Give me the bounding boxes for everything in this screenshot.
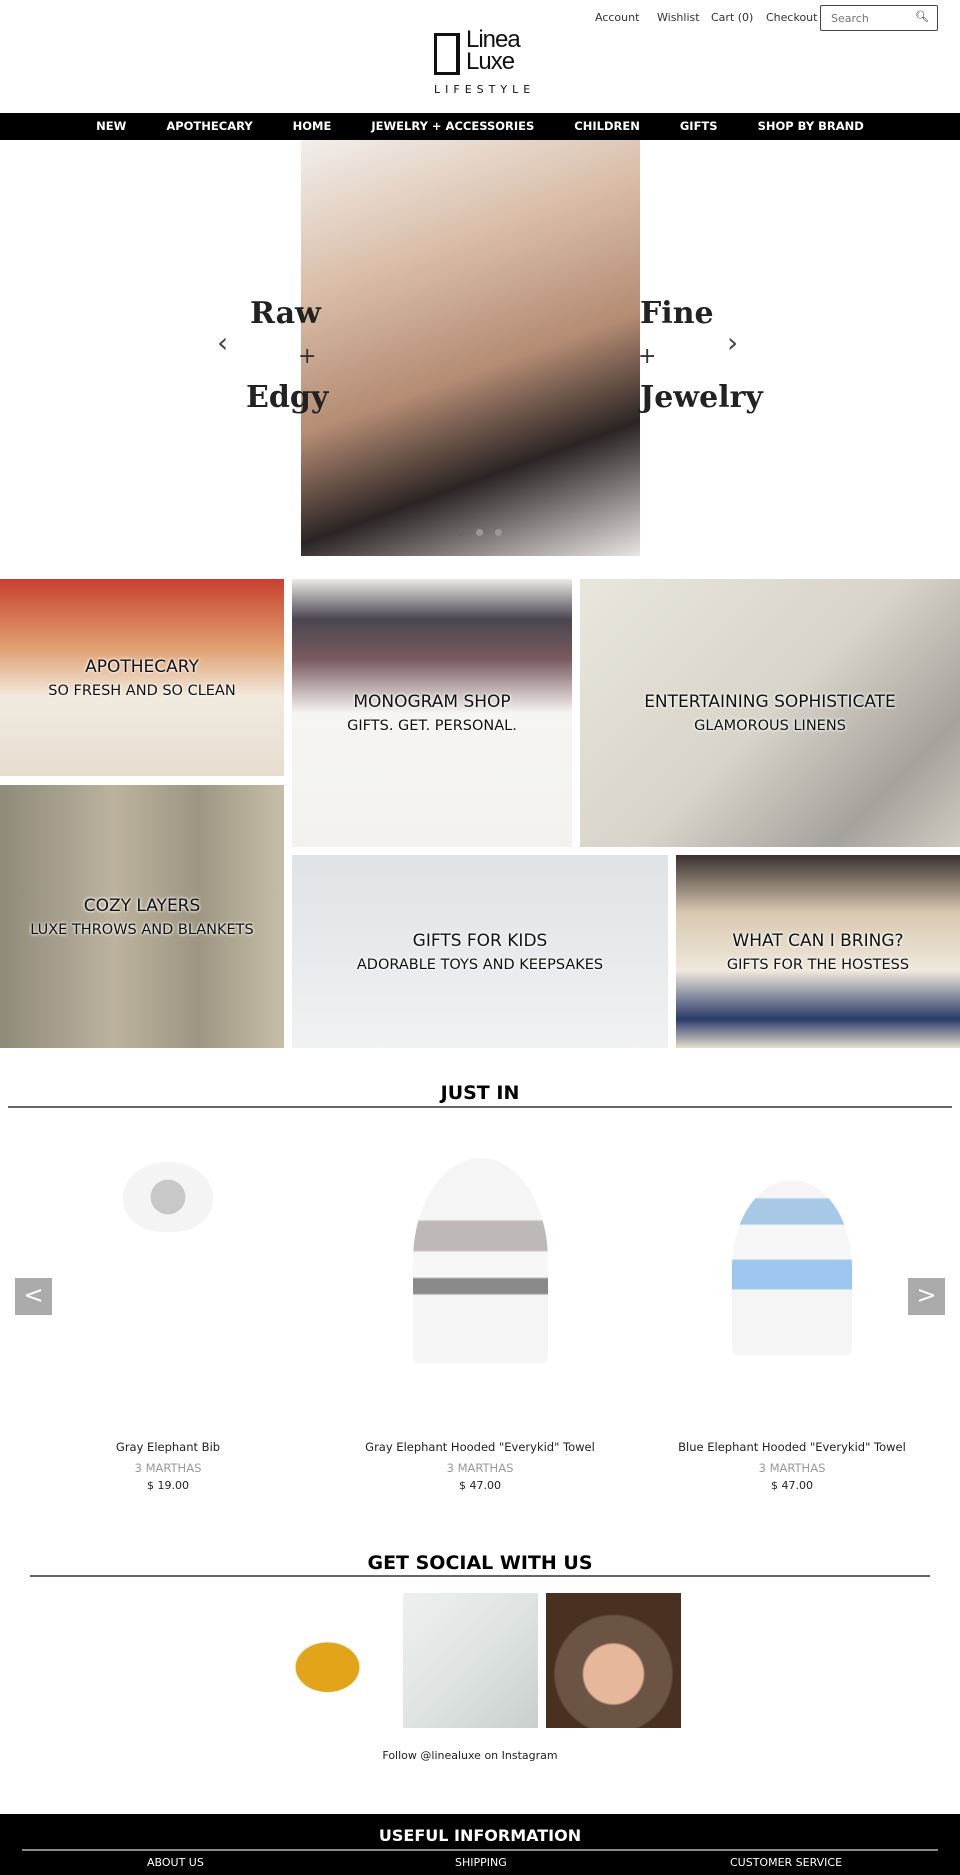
nav-children[interactable]: CHILDREN	[554, 113, 660, 140]
tile-apothecary[interactable]: APOTHECARY SO FRESH AND SO CLEAN	[0, 579, 284, 776]
slide-dot-2[interactable]	[476, 529, 483, 536]
product-card[interactable]: Blue Elephant Hooded "Everykid" Towel 3 …	[642, 1150, 942, 1492]
footer-customer-service[interactable]: CUSTOMER SERVICE	[730, 1856, 842, 1869]
product-image[interactable]	[123, 1162, 213, 1232]
product-image[interactable]	[412, 1158, 548, 1363]
wishlist-link[interactable]: Wishlist	[657, 11, 700, 24]
checkout-link[interactable]: Checkout	[766, 11, 817, 24]
slide-dot-3[interactable]	[495, 529, 502, 536]
just-in-heading: JUST IN	[440, 1082, 520, 1104]
hero-right-bottom: Jewelry	[640, 380, 763, 415]
hero-left-bottom: Edgy	[246, 380, 329, 415]
nav-gifts[interactable]: GIFTS	[660, 113, 738, 140]
footer-shipping[interactable]: SHIPPING	[455, 1856, 507, 1869]
tile-cozy-layers[interactable]: COZY LAYERS LUXE THROWS AND BLANKETS	[0, 785, 284, 1048]
instagram-follow-link[interactable]: Follow @linealuxe on Instagram	[0, 1749, 940, 1762]
hero-right-top: Fine	[640, 296, 714, 331]
instagram-photo-taxi[interactable]	[260, 1593, 395, 1728]
footer: USEFUL INFORMATION ABOUT US SHIPPING CUS…	[0, 1814, 960, 1875]
hero-left-top: Raw	[250, 296, 321, 331]
footer-heading: USEFUL INFORMATION	[378, 1826, 582, 1845]
hero-next-arrow-icon[interactable]: ›	[727, 326, 738, 359]
divider	[8, 1106, 952, 1108]
search-input[interactable]	[821, 6, 911, 30]
tile-gifts-for-kids[interactable]: GIFTS FOR KIDS ADORABLE TOYS AND KEEPSAKE…	[292, 855, 668, 1048]
search-icon[interactable]: 🔍︎	[915, 10, 929, 23]
tile-monogram-shop[interactable]: MONOGRAM SHOP GIFTS. GET. PERSONAL.	[292, 579, 572, 847]
logo[interactable]: Linea Luxe LIFESTYLE	[434, 28, 530, 97]
search-box: 🔍︎	[820, 5, 938, 31]
product-image[interactable]	[732, 1180, 852, 1355]
nav-apothecary[interactable]: APOTHECARY	[146, 113, 272, 140]
product-card[interactable]: Gray Elephant Hooded "Everykid" Towel 3 …	[330, 1150, 630, 1492]
account-link[interactable]: Account	[595, 11, 639, 24]
nav-new[interactable]: NEW	[76, 113, 146, 140]
tile-what-can-i-bring[interactable]: WHAT CAN I BRING? GIFTS FOR THE HOSTESS	[676, 855, 960, 1048]
slide-dot-1[interactable]	[457, 529, 464, 536]
instagram-photo-baby[interactable]	[546, 1593, 681, 1728]
nav-jewelry-accessories[interactable]: JEWELRY + ACCESSORIES	[351, 113, 554, 140]
get-social-heading: GET SOCIAL WITH US	[367, 1552, 593, 1574]
main-nav: NEW APOTHECARY HOME JEWELRY + ACCESSORIE…	[0, 113, 960, 140]
divider	[30, 1575, 930, 1577]
hero-prev-arrow-icon[interactable]: ‹	[217, 326, 228, 359]
footer-about-us[interactable]: ABOUT US	[147, 1856, 204, 1869]
tile-entertaining-sophisticate[interactable]: ENTERTAINING SOPHISTICATE GLAMOROUS LINEN…	[580, 579, 960, 847]
nav-shop-by-brand[interactable]: SHOP BY BRAND	[738, 113, 884, 140]
hero-image[interactable]	[301, 140, 640, 556]
instagram-photo-napkins[interactable]	[403, 1593, 538, 1728]
cart-link[interactable]: Cart (0)	[711, 11, 753, 24]
product-card[interactable]: Gray Elephant Bib 3 MARTHAS $ 19.00	[18, 1150, 318, 1492]
nav-home[interactable]: HOME	[273, 113, 352, 140]
products-prev-button[interactable]: <	[15, 1278, 52, 1315]
